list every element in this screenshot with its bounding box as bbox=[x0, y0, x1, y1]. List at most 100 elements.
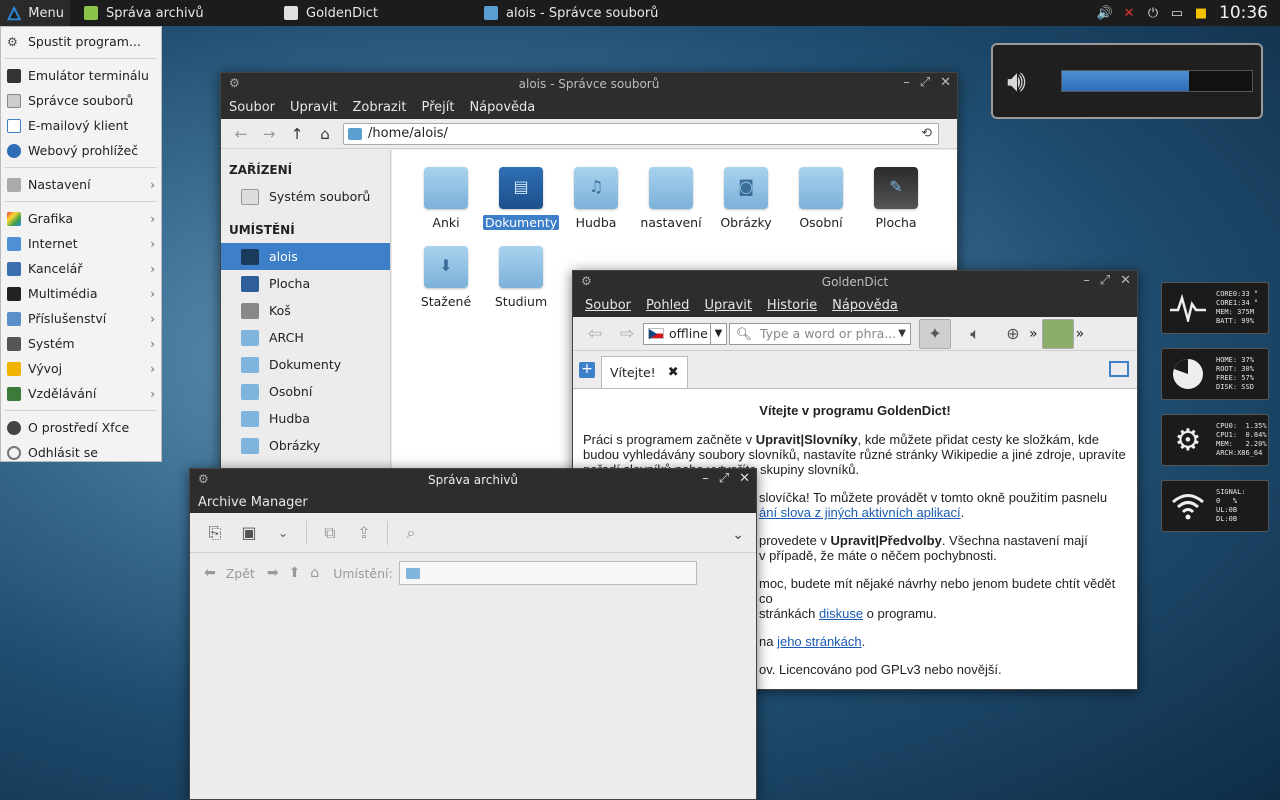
maximize-icon[interactable]: ⤢ bbox=[719, 471, 729, 486]
volume-icon[interactable]: 🔊 bbox=[1096, 5, 1114, 21]
zoom-in-icon[interactable]: ⊕ bbox=[997, 319, 1029, 349]
back-arrow-icon[interactable]: ← bbox=[227, 125, 255, 143]
forum-link[interactable]: diskuse bbox=[819, 606, 863, 621]
task-archive-manager[interactable]: Správa archivů bbox=[78, 0, 278, 26]
up-arrow-icon[interactable]: ↑ bbox=[283, 125, 311, 143]
close-icon[interactable]: ✕ bbox=[1120, 273, 1131, 288]
popup-link[interactable]: ání slova z jiných aktivních aplikací bbox=[759, 505, 961, 520]
extract-icon[interactable]: ⧉ bbox=[313, 523, 347, 543]
toolbar-overflow-icon[interactable]: » bbox=[1076, 326, 1085, 342]
pronounce-speaker-icon[interactable]: 🔈︎ bbox=[959, 319, 991, 349]
new-archive-icon[interactable]: ⎘ bbox=[198, 523, 232, 543]
close-icon[interactable]: ✕ bbox=[940, 75, 951, 90]
menu-napoveda[interactable]: Nápověda bbox=[832, 298, 898, 313]
sidebar-item-dokumenty[interactable]: Dokumenty bbox=[221, 351, 390, 378]
window-menu-icon[interactable]: ⚙ bbox=[198, 472, 209, 486]
menu-item-internet[interactable]: Internet › bbox=[1, 231, 161, 256]
menu-item-terminal[interactable]: Emulátor terminálu bbox=[1, 63, 161, 88]
minimize-icon[interactable]: – bbox=[702, 471, 709, 486]
close-icon[interactable]: ✕ bbox=[739, 471, 750, 486]
window-menu-icon[interactable]: ⚙ bbox=[581, 274, 592, 288]
menu-item-file-manager[interactable]: Správce souborů bbox=[1, 88, 161, 113]
menu-item-graphics[interactable]: Grafika › bbox=[1, 206, 161, 231]
location-bar[interactable]: /home/alois/ ⟲ bbox=[343, 122, 939, 145]
sidebar-item-hudba[interactable]: Hudba bbox=[221, 405, 390, 432]
folder-obrazky[interactable]: ◙ Obrázky bbox=[708, 167, 784, 230]
menu-item-mail[interactable]: E-mailový klient bbox=[1, 113, 161, 138]
dictionary-books-icon[interactable] bbox=[1041, 318, 1074, 349]
toolbar-overflow-icon[interactable]: » bbox=[1029, 326, 1038, 342]
folder-nastaveni[interactable]: nastavení bbox=[633, 167, 709, 230]
window-titlebar[interactable]: ⚙ Správa archivů – ⤢ ✕ bbox=[190, 469, 756, 491]
folder-dokumenty[interactable]: ▤ Dokumenty bbox=[483, 167, 560, 230]
applications-menu-button[interactable]: Menu bbox=[0, 0, 70, 26]
menu-item-multimedia[interactable]: Multimédia › bbox=[1, 281, 161, 306]
folder-osobni[interactable]: Osobní bbox=[783, 167, 859, 230]
sidebar-item-alois[interactable]: alois bbox=[221, 243, 390, 270]
menu-item-logout[interactable]: Odhlásit se bbox=[1, 440, 161, 465]
menu-item-office[interactable]: Kancelář › bbox=[1, 256, 161, 281]
forward-arrow-icon[interactable]: ⇨ bbox=[611, 324, 643, 344]
menu-item-system[interactable]: Systém › bbox=[1, 331, 161, 356]
home-icon[interactable]: ⌂ bbox=[310, 565, 319, 581]
location-input[interactable] bbox=[398, 561, 697, 585]
maximize-icon[interactable]: ⤢ bbox=[920, 75, 930, 90]
dictionary-group-select[interactable]: offline ▼ bbox=[643, 322, 727, 345]
network-disconnected-icon[interactable]: ✕ bbox=[1120, 5, 1138, 21]
menu-item-run[interactable]: ⚙ Spustit program... bbox=[1, 29, 161, 54]
close-tab-icon[interactable]: ✖ bbox=[668, 365, 679, 380]
task-goldendict[interactable]: GoldenDict bbox=[278, 0, 478, 26]
homepage-link[interactable]: jeho stránkách bbox=[777, 634, 862, 649]
sidebar-item-plocha[interactable]: Plocha bbox=[221, 270, 390, 297]
folder-studium[interactable]: Studium bbox=[483, 246, 559, 309]
menu-item-development[interactable]: Vývoj › bbox=[1, 356, 161, 381]
word-search-input[interactable]: 🔍︎ Type a word or phra... ▼ bbox=[729, 322, 911, 345]
clock[interactable]: 10:36 bbox=[1219, 3, 1268, 23]
reload-icon[interactable]: ⟲ bbox=[921, 126, 932, 141]
menu-item-about-xfce[interactable]: O prostředí Xfce bbox=[1, 415, 161, 440]
search-icon[interactable]: ⌕ bbox=[394, 523, 428, 543]
task-file-manager[interactable]: alois - Správce souborů bbox=[478, 0, 678, 26]
up-arrow-icon[interactable]: ⬆ bbox=[289, 565, 301, 581]
open-archive-icon[interactable]: ▣ bbox=[232, 523, 266, 542]
folder-hudba[interactable]: ♫ Hudba bbox=[558, 167, 634, 230]
menu-item-settings[interactable]: Nastavení › bbox=[1, 172, 161, 197]
sidebar-item-osobni[interactable]: Osobní bbox=[221, 378, 390, 405]
menu-zobrazit[interactable]: Zobrazit bbox=[352, 100, 406, 115]
new-tab-plus-icon[interactable]: + bbox=[579, 362, 595, 378]
folder-plocha[interactable]: ✎ Plocha bbox=[858, 167, 934, 230]
window-menu-icon[interactable]: ⚙ bbox=[229, 76, 240, 90]
window-titlebar[interactable]: ⚙ alois - Správce souborů – ⤢ ✕ bbox=[221, 73, 957, 95]
window-titlebar[interactable]: ⚙ GoldenDict – ⤢ ✕ bbox=[573, 271, 1137, 293]
sidebar-item-kos[interactable]: Koš bbox=[221, 297, 390, 324]
add-files-icon[interactable]: ⇪ bbox=[347, 523, 381, 542]
menu-upravit[interactable]: Upravit bbox=[704, 298, 751, 313]
forward-arrow-icon[interactable]: → bbox=[255, 125, 283, 143]
dictionary-pane-icon[interactable] bbox=[1109, 361, 1129, 377]
chevron-down-icon[interactable]: ⌄ bbox=[732, 527, 744, 543]
menu-soubor[interactable]: Soubor bbox=[585, 298, 631, 313]
notes-icon[interactable]: ■ bbox=[1192, 5, 1210, 21]
sidebar-item-arch[interactable]: ARCH bbox=[221, 324, 390, 351]
back-label[interactable]: Zpět bbox=[226, 566, 255, 581]
power-icon[interactable]: ⏻ bbox=[1144, 5, 1162, 21]
menu-item-browser[interactable]: Webový prohlížeč bbox=[1, 138, 161, 163]
maximize-icon[interactable]: ⤢ bbox=[1100, 273, 1110, 288]
back-arrow-icon[interactable]: ⬅ bbox=[204, 565, 216, 581]
minimize-icon[interactable]: – bbox=[903, 75, 910, 90]
menu-item-education[interactable]: Vzdělávání › bbox=[1, 381, 161, 406]
folder-stazene[interactable]: ⬇ Stažené bbox=[408, 246, 484, 309]
minimize-icon[interactable]: – bbox=[1083, 273, 1090, 288]
home-icon[interactable]: ⌂ bbox=[311, 125, 339, 143]
menu-pohled[interactable]: Pohled bbox=[646, 298, 689, 313]
back-arrow-icon[interactable]: ⇦ bbox=[579, 324, 611, 344]
sidebar-item-obrazky[interactable]: Obrázky bbox=[221, 432, 390, 459]
battery-icon[interactable]: ▭ bbox=[1168, 5, 1186, 21]
menu-soubor[interactable]: Soubor bbox=[229, 100, 275, 115]
menu-upravit[interactable]: Upravit bbox=[290, 100, 337, 115]
forward-arrow-icon[interactable]: ➡ bbox=[267, 565, 279, 581]
menu-napoveda[interactable]: Nápověda bbox=[469, 100, 535, 115]
sidebar-item-filesystem[interactable]: Systém souborů bbox=[221, 183, 390, 210]
folder-anki[interactable]: Anki bbox=[408, 167, 484, 230]
chevron-down-icon[interactable]: ⌄ bbox=[266, 526, 300, 540]
